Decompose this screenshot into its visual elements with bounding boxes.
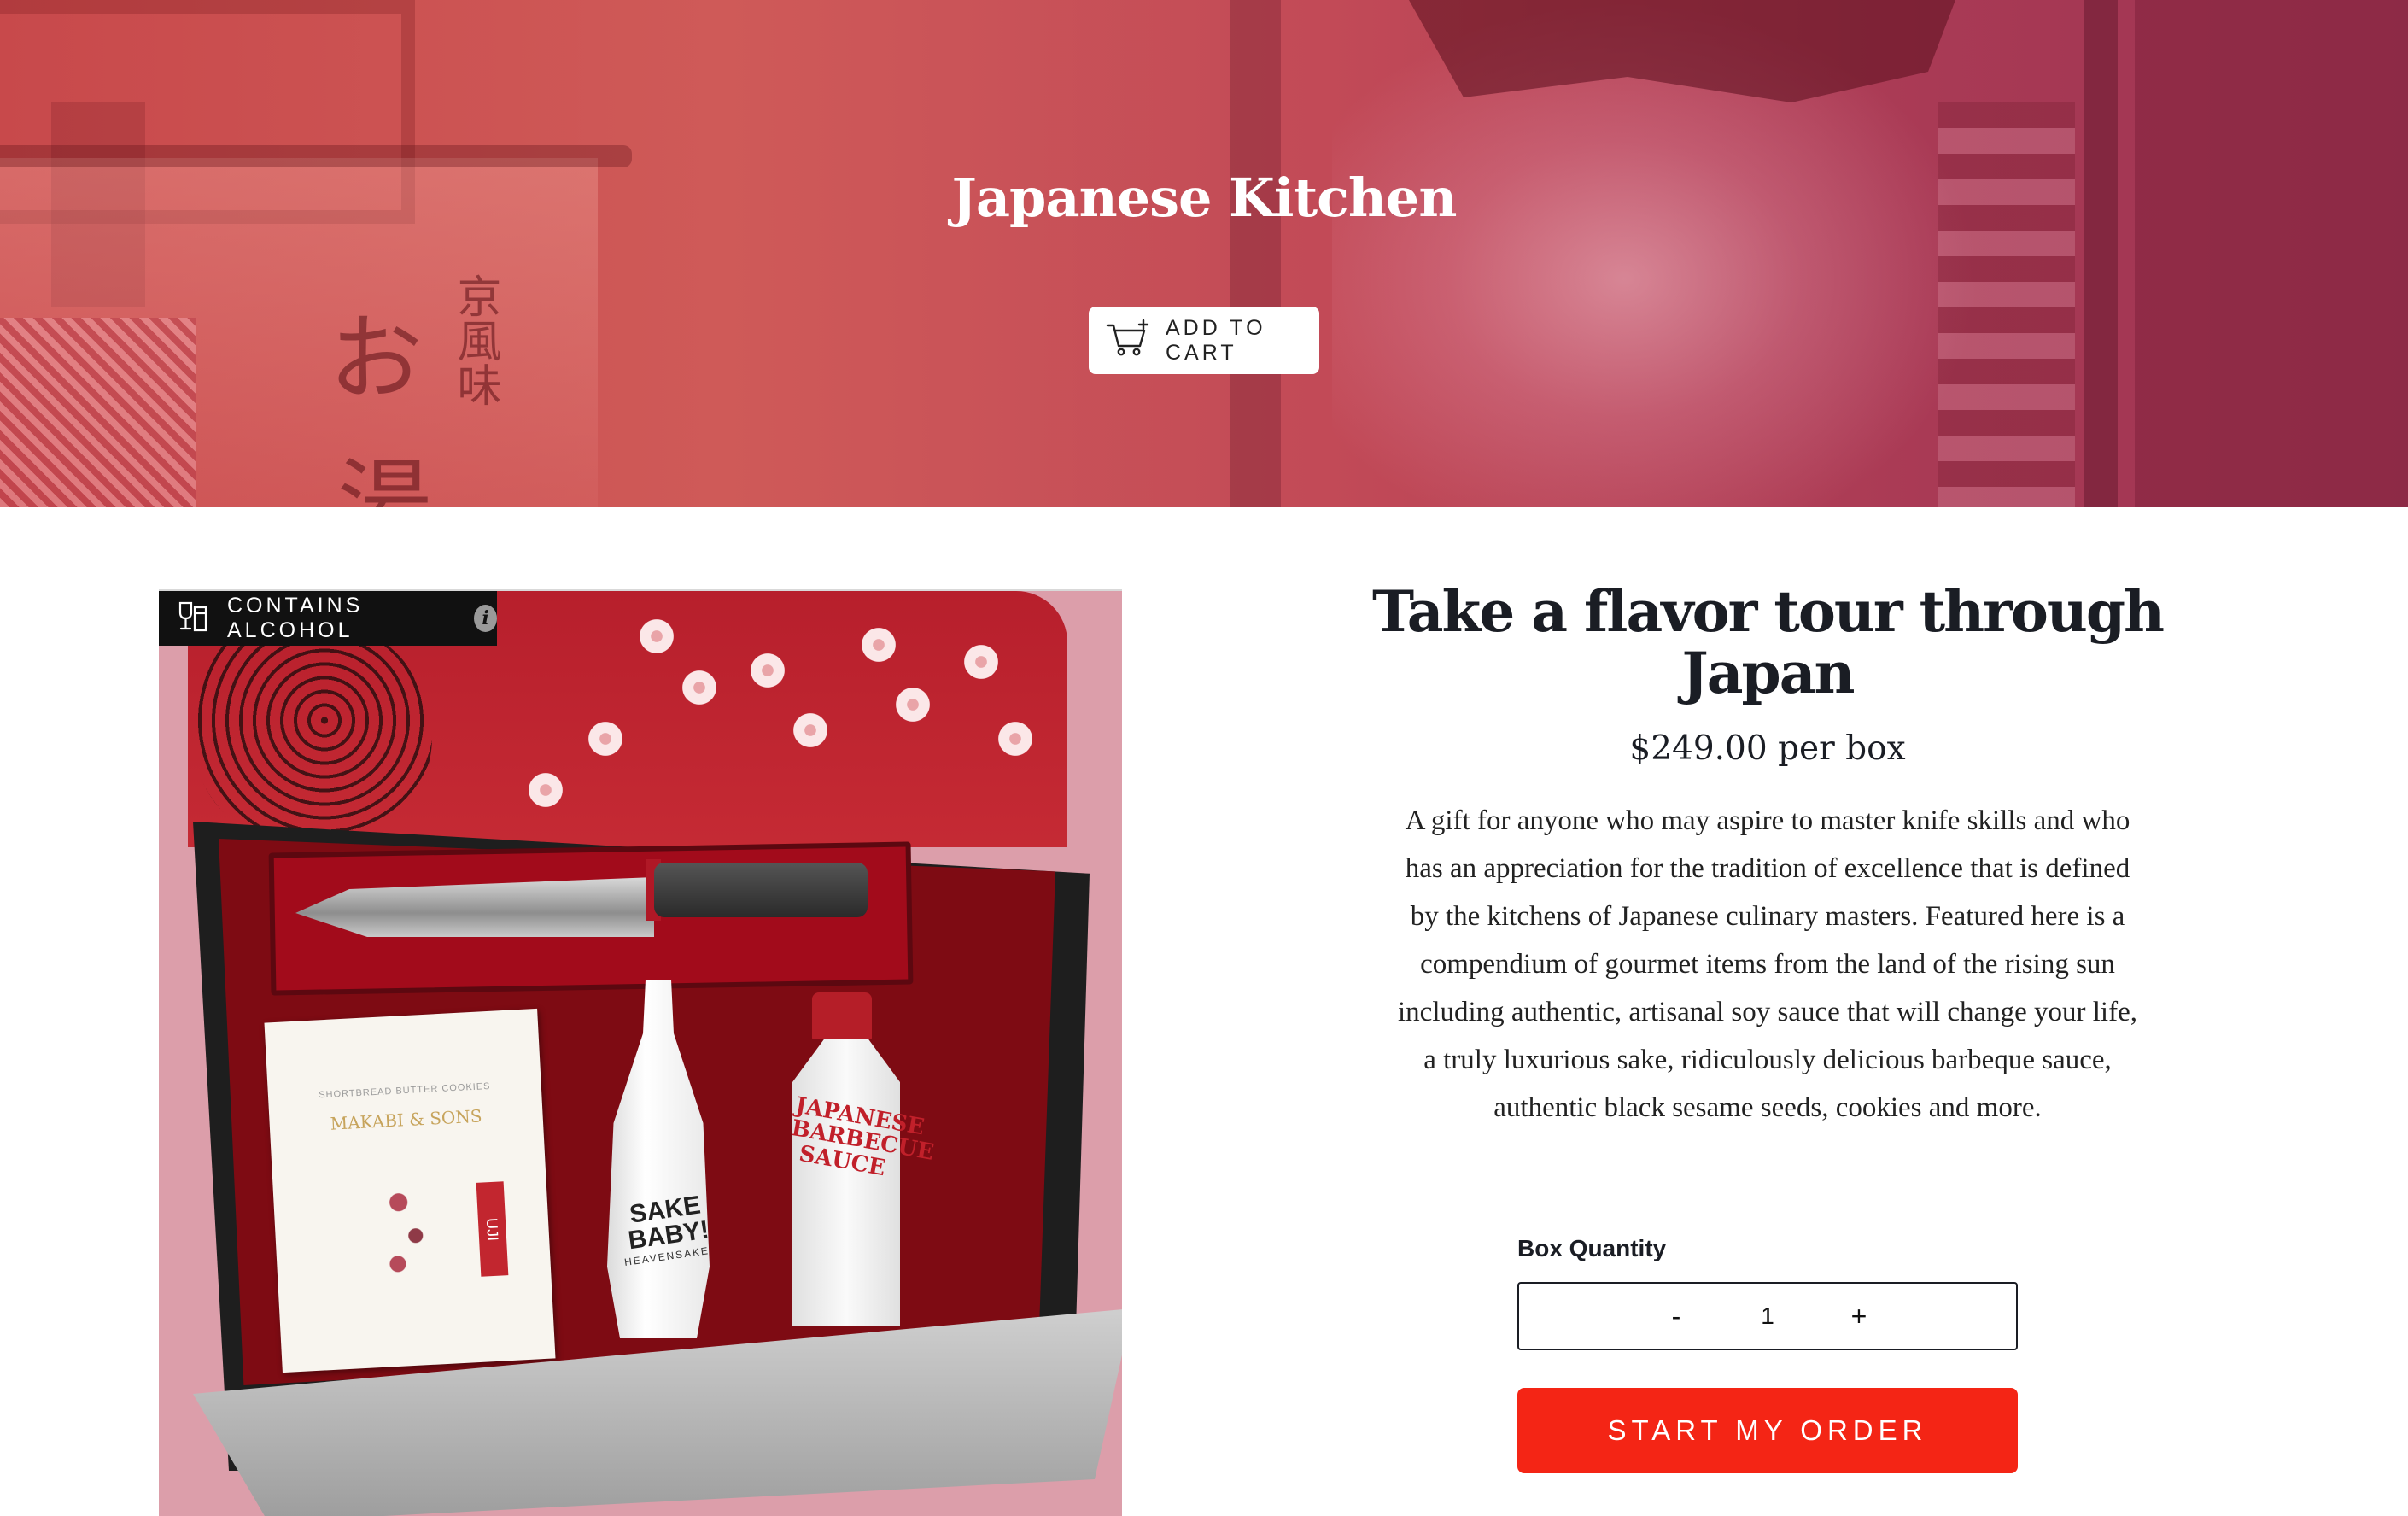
cherry-blossom: [996, 719, 1035, 758]
cherry-blossom: [859, 625, 898, 664]
start-my-order-button[interactable]: START MY ORDER: [1517, 1388, 2018, 1473]
hero-bg-shelf: [1938, 102, 2075, 507]
add-to-cart-button[interactable]: ADD TO CART: [1089, 307, 1319, 374]
hero-title: Japanese Kitchen: [951, 167, 1458, 229]
blossom-branch-illustration: [365, 1158, 450, 1300]
hero-bg-kanji: 湯: [337, 449, 431, 507]
bbq-sauce-cap: [812, 992, 872, 1039]
cherry-blossom: [680, 668, 719, 707]
cookie-box-tag: UJI: [476, 1181, 509, 1277]
cherry-blossom: [748, 651, 787, 690]
quantity-input[interactable]: [1693, 1302, 1842, 1331]
product-image: CONTAINS ALCOHOL i SHORTBREAD BUTTER COO…: [159, 589, 1122, 1516]
hero-bg-wall: [2135, 0, 2408, 507]
box-quantity-label: Box Quantity: [1517, 1235, 1667, 1261]
decrease-quantity-button[interactable]: -: [1659, 1301, 1693, 1332]
cookie-box: SHORTBREAD BUTTER COOKIES MAKABI & SONS …: [264, 1008, 556, 1373]
product-description: A gift for anyone who may aspire to mast…: [1398, 805, 2137, 1123]
product-title: Take a flavor tour through Japan: [1372, 578, 2165, 706]
quantity-stepper: - +: [1517, 1282, 2018, 1350]
increase-quantity-button[interactable]: +: [1842, 1301, 1876, 1332]
product-info: Take a flavor tour through Japan $249.00…: [1366, 581, 2169, 1132]
hero-bg-kanji: 京風味: [449, 273, 500, 407]
glasses-icon: [178, 600, 208, 637]
contains-alcohol-label: CONTAINS ALCOHOL: [227, 594, 364, 642]
product-price: $249.00 per box: [1629, 729, 1906, 768]
cherry-blossom: [961, 642, 1001, 682]
chef-knife-handle: [654, 863, 868, 917]
info-icon[interactable]: i: [474, 605, 497, 632]
cherry-blossom: [893, 685, 932, 724]
hero-bg-kanji: お: [329, 304, 423, 413]
hero-bg-rod: [0, 145, 632, 167]
hero-bg-post-right: [2084, 0, 2118, 507]
cookie-box-subtitle: SHORTBREAD BUTTER COOKIES: [318, 1080, 491, 1101]
cherry-blossom: [791, 711, 830, 750]
cherry-blossom: [526, 770, 565, 810]
hero-bg-patterned-fabric: [0, 318, 196, 507]
hero-bg-door: [1230, 0, 1281, 507]
add-to-cart-label: ADD TO CART: [1166, 315, 1266, 365]
cookie-box-brand: MAKABI & SONS: [330, 1105, 483, 1134]
cart-plus-icon: [1106, 319, 1150, 362]
hero-banner: お 京風味 湯 Japanese Kitchen ADD TO CART: [0, 0, 2408, 507]
contains-alcohol-badge: CONTAINS ALCOHOL i: [159, 591, 497, 646]
cherry-blossom: [586, 719, 625, 758]
cherry-blossom: [637, 617, 676, 656]
